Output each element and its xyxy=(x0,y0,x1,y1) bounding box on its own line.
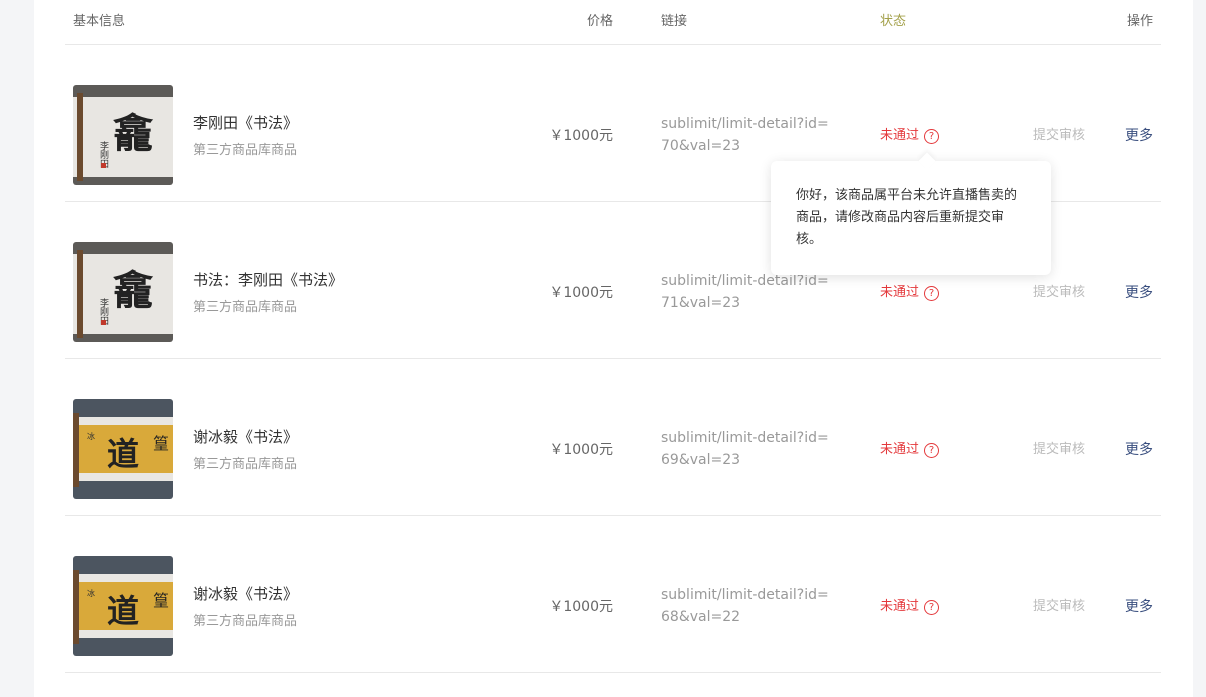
calligraphy-glyph: 道 xyxy=(107,435,139,473)
product-title: 谢冰毅《书法》 xyxy=(193,428,299,446)
question-circle-icon[interactable]: ? xyxy=(924,285,940,301)
product-source: 第三方商品库商品 xyxy=(193,614,298,629)
more-link[interactable]: 更多 xyxy=(1125,284,1153,302)
status-reason-tooltip: 你好，该商品属平台未允许直播售卖的商品，请修改商品内容后重新提交审核。 xyxy=(771,161,1051,275)
question-circle-icon[interactable]: ? xyxy=(924,128,940,144)
tooltip-text: 你好，该商品属平台未允许直播售卖的商品，请修改商品内容后重新提交审核。 xyxy=(796,188,1018,247)
calligraphy-scroll-image: 龕 李刚田 xyxy=(73,242,173,342)
question-circle-icon[interactable]: ? xyxy=(924,442,940,458)
calligraphy-glyph: 龕 xyxy=(113,267,154,314)
submit-review-button[interactable]: 提交审核 xyxy=(1033,127,1085,145)
product-price: ￥1000元 xyxy=(549,442,613,458)
calligraphy-scroll-image: 道 篁 冰 xyxy=(73,399,173,499)
status-text: 未通过 xyxy=(880,442,920,457)
status-badge: 未通过 ? xyxy=(880,127,940,145)
status-badge: 未通过 ? xyxy=(880,441,940,459)
question-circle-icon[interactable]: ? xyxy=(924,599,940,615)
product-source: 第三方商品库商品 xyxy=(193,300,298,315)
table-header: 基本信息 价格 链接 状态 操作 xyxy=(65,0,1161,45)
svg-text:冰: 冰 xyxy=(87,431,95,441)
header-actions: 操作 xyxy=(1126,14,1153,29)
product-source: 第三方商品库商品 xyxy=(193,143,298,158)
calligraphy-scroll-image: 龕 李刚田 xyxy=(73,85,173,185)
header-link: 链接 xyxy=(661,14,688,29)
product-price: ￥1000元 xyxy=(549,599,613,615)
calligraphy-glyph: 龕 xyxy=(113,110,154,157)
submit-review-button[interactable]: 提交审核 xyxy=(1033,598,1085,616)
status-text: 未通过 xyxy=(880,285,920,300)
product-link: sublimit/limit-detail?id=69&val=23 xyxy=(661,430,829,468)
svg-text:篁: 篁 xyxy=(153,591,169,610)
status-badge: 未通过 ? xyxy=(880,598,940,616)
more-link[interactable]: 更多 xyxy=(1125,441,1153,459)
header-price: 价格 xyxy=(586,14,613,29)
product-table-panel: 基本信息 价格 链接 状态 操作 龕 李刚田 李刚田《书法》 第三方商品库商品 … xyxy=(34,0,1193,697)
status-badge: 未通过 ? xyxy=(880,284,940,302)
product-thumbnail[interactable]: 道 篁 冰 xyxy=(73,556,173,656)
product-source: 第三方商品库商品 xyxy=(193,457,298,472)
more-link[interactable]: 更多 xyxy=(1125,127,1153,145)
product-thumbnail[interactable]: 道 篁 冰 xyxy=(73,399,173,499)
more-link[interactable]: 更多 xyxy=(1125,598,1153,616)
product-link: sublimit/limit-detail?id=70&val=23 xyxy=(661,116,829,154)
product-thumbnail[interactable]: 龕 李刚田 xyxy=(73,85,173,185)
status-text: 未通过 xyxy=(880,599,920,614)
product-link: sublimit/limit-detail?id=71&val=23 xyxy=(661,273,829,311)
table-row: 道 篁 冰 谢冰毅《书法》 第三方商品库商品 ￥1000元 sublimit/l… xyxy=(65,516,1161,673)
calligraphy-glyph: 道 xyxy=(107,592,139,630)
svg-text:冰: 冰 xyxy=(87,588,95,598)
product-title: 书法：李刚田《书法》 xyxy=(193,271,344,289)
product-price: ￥1000元 xyxy=(549,285,613,301)
header-basic-info: 基本信息 xyxy=(73,14,126,29)
product-title: 谢冰毅《书法》 xyxy=(193,585,299,603)
header-status: 状态 xyxy=(880,14,907,29)
status-text: 未通过 xyxy=(880,128,920,143)
product-price: ￥1000元 xyxy=(549,128,613,144)
table-row: 道 篁 冰 谢冰毅《书法》 第三方商品库商品 ￥1000元 sublimit/l… xyxy=(65,359,1161,516)
product-link: sublimit/limit-detail?id=68&val=22 xyxy=(661,587,829,625)
calligraphy-scroll-image: 道 篁 冰 xyxy=(73,556,173,656)
product-title: 李刚田《书法》 xyxy=(193,114,299,132)
product-thumbnail[interactable]: 龕 李刚田 xyxy=(73,242,173,342)
submit-review-button[interactable]: 提交审核 xyxy=(1033,441,1085,459)
submit-review-button[interactable]: 提交审核 xyxy=(1033,284,1085,302)
svg-text:篁: 篁 xyxy=(153,434,169,453)
